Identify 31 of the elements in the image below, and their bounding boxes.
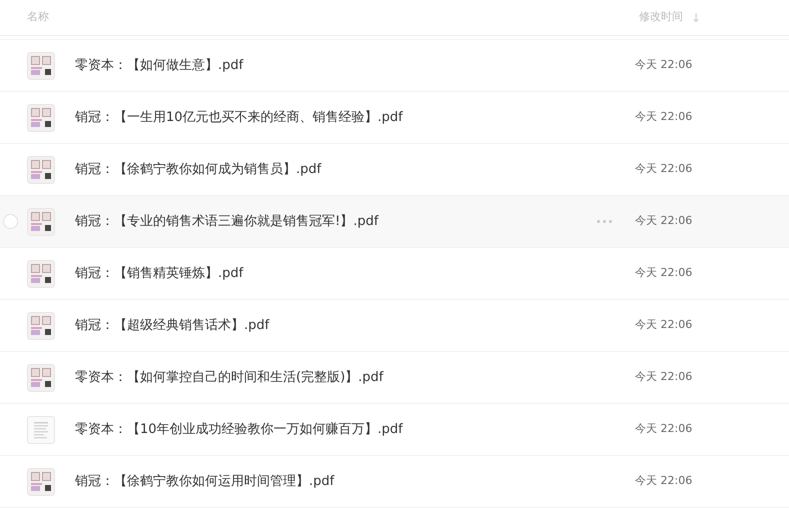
column-header: 名称 — [27, 9, 49, 26]
modified-time: 今天 22:06 — [635, 473, 694, 490]
file-row[interactable]: 销冠：【专业的销售术语三遍你就是销售冠军!】.pdf 今天 22:06 — [0, 196, 789, 248]
pdf-cover-thumbnail — [27, 312, 55, 340]
pdf-cover-thumbnail — [27, 364, 55, 392]
modified-time: 今天 22:06 — [635, 161, 694, 178]
file-name[interactable]: 销冠：【超级经典销售话术】.pdf — [75, 316, 270, 336]
pdf-cover-thumbnail — [27, 468, 55, 496]
file-name[interactable]: 零资本：【如何做生意】.pdf — [75, 56, 244, 76]
file-name[interactable]: 零资本：【10年创业成功经验教你一万如何赚百万】.pdf — [75, 420, 403, 440]
pdf-cover-thumbnail — [27, 208, 55, 236]
file-name[interactable]: 销冠：【徐鹤宁教你如何成为销售员】.pdf — [75, 160, 322, 180]
file-name[interactable]: 零资本：【如何掌控自己的时间和生活(完整版)】.pdf — [75, 368, 384, 388]
pdf-cover-thumbnail — [27, 260, 55, 288]
more-icon[interactable] — [597, 220, 612, 223]
modified-time: 今天 22:06 — [635, 265, 694, 282]
modified-time: 今天 22:06 — [635, 213, 694, 230]
select-checkbox[interactable] — [3, 214, 18, 229]
modified-time: 今天 22:06 — [635, 421, 694, 438]
document-thumbnail — [27, 416, 55, 444]
modified-time: 今天 22:06 — [635, 317, 694, 334]
modified-time: 今天 22:06 — [635, 109, 694, 126]
modified-time: 今天 22:06 — [635, 57, 694, 74]
file-name[interactable]: 销冠：【专业的销售术语三遍你就是销售冠军!】.pdf — [75, 212, 378, 232]
pdf-cover-thumbnail — [27, 104, 55, 132]
pdf-cover-thumbnail — [27, 52, 55, 80]
file-name[interactable]: 销冠：【销售精英锤炼】.pdf — [75, 264, 244, 284]
pdf-cover-thumbnail — [27, 156, 55, 184]
file-name[interactable]: 销冠：【一生用10亿元也买不来的经商、销售经验】.pdf — [75, 108, 403, 128]
file-name[interactable]: 销冠：【徐鹤宁教你如何运用时间管理】.pdf — [75, 472, 334, 492]
modified-time: 今天 22:06 — [635, 369, 694, 386]
